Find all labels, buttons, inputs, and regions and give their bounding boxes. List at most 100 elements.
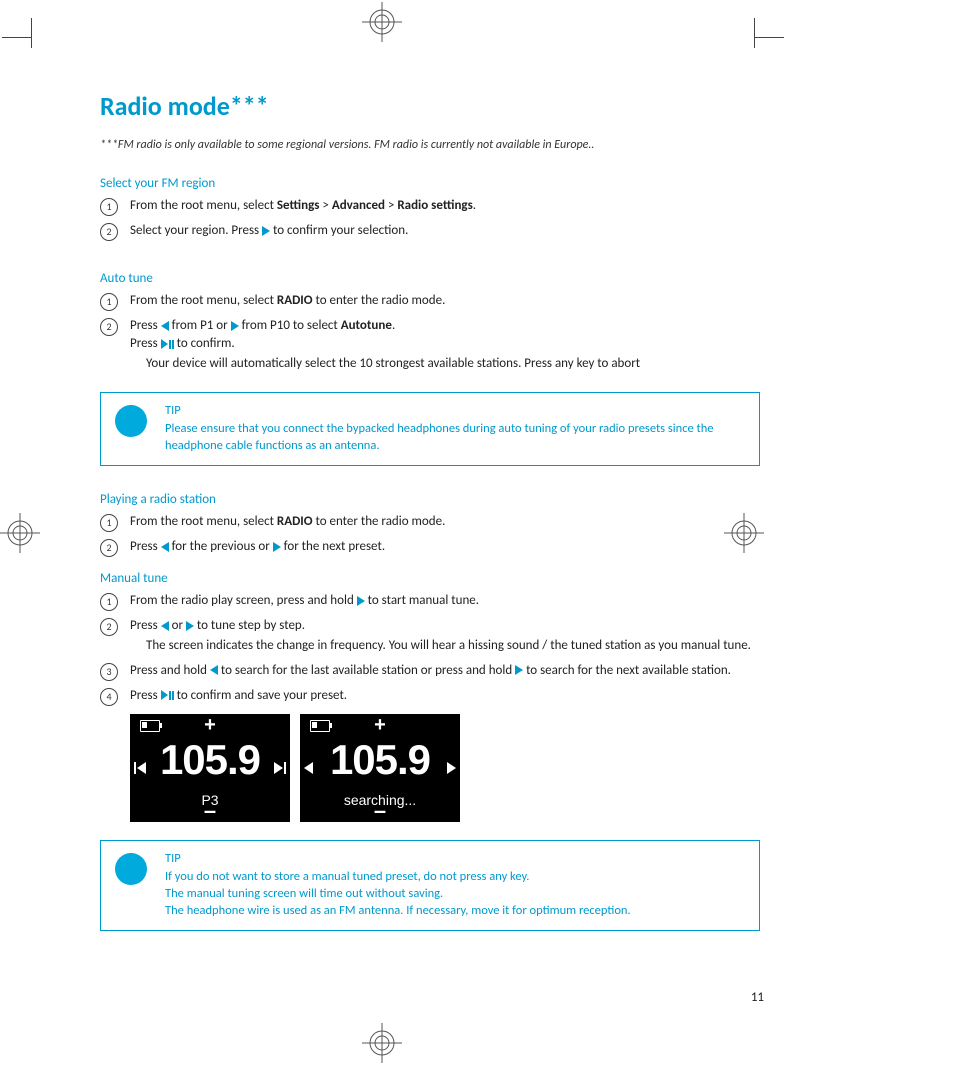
step-text: Press and hold to search for the last av… [130,662,760,680]
text: to enter the radio mode. [313,514,446,529]
text: From the root menu, select [130,293,277,308]
battery-icon [140,720,160,732]
tip-text: The manual tuning screen will time out w… [165,886,443,901]
text: from P1 or [169,318,231,333]
step-text: From the root menu, select Settings > Ad… [130,197,760,215]
tip-icon [115,405,147,437]
tip-box-auto-tune: TIP Please ensure that you connect the b… [100,392,760,467]
step-text: Press or to tune step by step. The scree… [130,617,760,655]
text: to confirm and save your preset. [174,688,347,703]
play-pause-icon [161,690,174,700]
manual-step-4: 4 Press to confirm and save your preset. [100,687,760,706]
text-bold: Radio settings [397,198,472,213]
plus-icon: + [374,714,386,737]
step-text: From the radio play screen, press and ho… [130,592,760,610]
text: to confirm. [174,336,235,351]
text: Press [130,336,161,351]
battery-icon [310,720,330,732]
step-number: 1 [100,198,118,216]
play-right-icon [262,226,270,236]
play-pause-icon [161,339,174,349]
step-text: Select your region. Press to confirm you… [130,222,760,240]
text: Press [130,318,161,333]
playing-step-1: 1 From the root menu, select RADIO to en… [100,513,760,532]
play-left-icon [161,542,169,552]
text: Press [130,618,161,633]
play-right-icon [273,542,281,552]
step-number: 2 [100,539,118,557]
text: to tune step by step. [194,618,305,633]
text-bold: RADIO [277,514,313,529]
registration-mark-left [0,513,40,553]
tip-icon [115,853,147,885]
frequency-value: 105.9 [300,736,460,784]
text: From the radio play screen, press and ho… [130,593,357,608]
play-left-icon [210,665,218,675]
frequency-value: 105.9 [130,736,290,784]
text: Press [130,539,161,554]
section-heading-fm-region: Select your FM region [100,176,760,191]
play-right-icon [357,596,365,606]
play-right-icon [515,665,523,675]
crop-mark-top-left [2,18,42,58]
text: to confirm your selection. [270,223,408,238]
text: to enter the radio mode. [313,293,446,308]
tip-text: If you do not want to store a manual tun… [165,869,529,884]
step-text: Press to confirm and save your preset. [130,687,760,705]
registration-mark-top [362,2,402,42]
step-number: 1 [100,514,118,532]
device-screen-searching: + 105.9 searching... – [300,714,460,822]
text: > [385,198,397,213]
page-title: Radio mode*** [100,90,760,122]
text: . [473,198,476,213]
play-right-icon [186,621,194,631]
step-number: 1 [100,593,118,611]
text: for the previous or [169,539,273,554]
tip-title: TIP [165,403,745,420]
section-heading-auto-tune: Auto tune [100,271,760,286]
playing-step-2: 2 Press for the previous or for the next… [100,538,760,557]
minus-icon: – [374,798,386,824]
auto-tune-step-1: 1 From the root menu, select RADIO to en… [100,292,760,311]
text: From the root menu, select [130,514,277,529]
device-screen-preset: + 105.9 P3 – [130,714,290,822]
section-heading-playing: Playing a radio station [100,492,760,507]
manual-step-1: 1 From the radio play screen, press and … [100,592,760,611]
step-text: Press for the previous or for the next p… [130,538,760,556]
step-text: From the root menu, select RADIO to ente… [130,292,760,310]
text: to start manual tune. [365,593,479,608]
play-left-icon [161,321,169,331]
text-bold: Advanced [332,198,385,213]
section-heading-manual: Manual tune [100,571,760,586]
text-bold: Autotune [341,318,392,333]
manual-step-3: 3 Press and hold to search for the last … [100,662,760,681]
tip-body: TIP Please ensure that you connect the b… [165,403,745,456]
text: for the next preset. [281,539,385,554]
play-right-icon [231,321,239,331]
crop-mark-top-right [744,18,784,58]
auto-tune-step-2: 2 Press from P1 or from P10 to select Au… [100,317,760,374]
tip-text: The headphone wire is used as an FM ante… [165,903,631,918]
text-bold: Settings [277,198,320,213]
text: to search for the next available station… [523,663,731,678]
step-number: 2 [100,318,118,336]
text: Press and hold [130,663,210,678]
minus-icon: – [204,798,216,824]
plus-icon: + [204,714,216,737]
page-number: 11 [751,990,764,1005]
step-number: 2 [100,618,118,636]
text: to search for the last available station… [218,663,515,678]
step-number: 4 [100,688,118,706]
manual-step-2: 2 Press or to tune step by step. The scr… [100,617,760,655]
play-left-icon [161,621,169,631]
tip-text: Please ensure that you connect the bypac… [165,421,714,453]
title-footnote: ***FM radio is only available to some re… [100,138,760,152]
text: From the root menu, select [130,198,277,213]
tip-title: TIP [165,851,631,868]
step-subtext: Your device will automatically select th… [146,355,760,373]
text: Select your region. Press [130,223,262,238]
tip-body: TIP If you do not want to store a manual… [165,851,631,921]
fm-region-step-2: 2 Select your region. Press to confirm y… [100,222,760,241]
step-subtext: The screen indicates the change in frequ… [146,637,760,655]
tip-box-manual-tune: TIP If you do not want to store a manual… [100,840,760,932]
